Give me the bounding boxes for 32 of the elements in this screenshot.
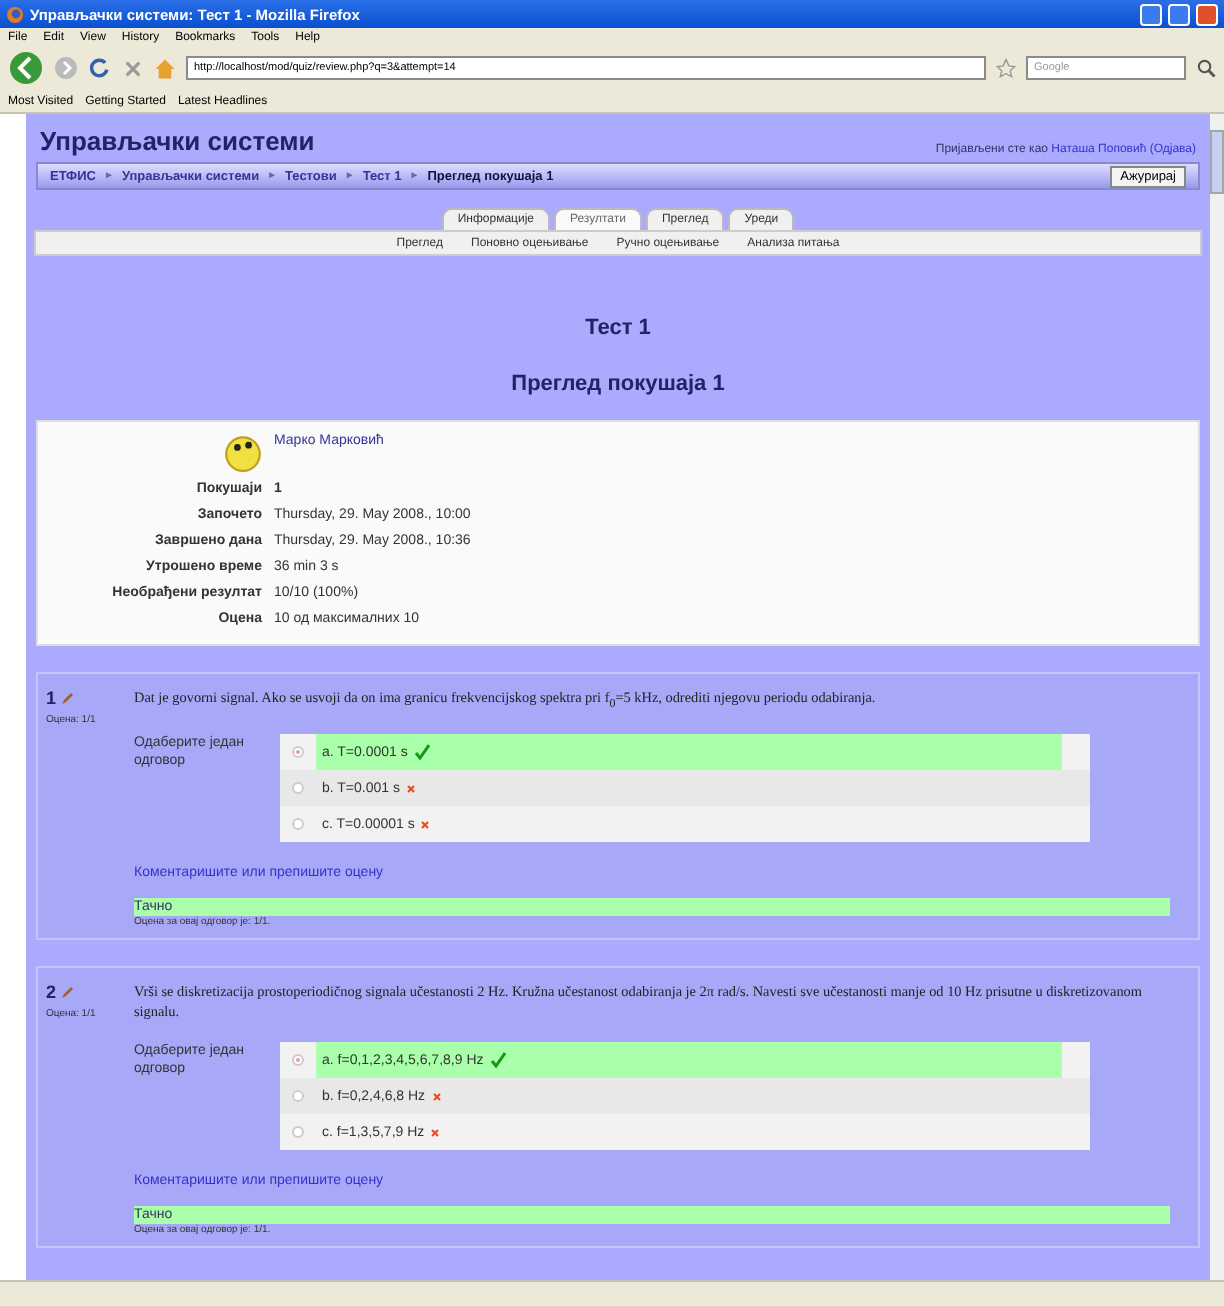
pencil-icon[interactable]: [60, 985, 75, 1000]
forward-icon: [54, 56, 78, 80]
radio-button[interactable]: [292, 1054, 304, 1067]
minimize-button[interactable]: [1140, 3, 1162, 25]
checkmark-icon: [489, 1052, 506, 1069]
cross-icon: [430, 1127, 441, 1138]
page-subtitle: Преглед покушаја 1: [509, 372, 727, 396]
page-title: Тест 1: [583, 316, 653, 340]
cross-icon: [431, 1091, 442, 1102]
smiley-avatar-icon: [224, 434, 262, 472]
back-icon: [8, 50, 44, 86]
question-number: 2: [46, 982, 57, 1003]
star-icon: [996, 58, 1016, 78]
home-icon: [154, 57, 176, 79]
radio-button[interactable]: [292, 818, 304, 831]
question-number: 1: [46, 688, 57, 708]
radio-button[interactable]: [292, 1090, 304, 1103]
scrollbar[interactable]: [1210, 114, 1224, 1280]
cross-icon: [405, 783, 416, 794]
radio-button[interactable]: [292, 746, 304, 759]
search-icon: [1196, 58, 1216, 78]
maximize-button[interactable]: [1168, 3, 1190, 25]
site-title: Управљачки системи: [40, 126, 315, 156]
stop-icon: [122, 57, 144, 79]
checkmark-icon: [413, 744, 430, 761]
reload-icon: [88, 56, 112, 80]
pencil-icon[interactable]: [60, 691, 75, 705]
cross-icon: [420, 819, 431, 830]
close-button[interactable]: [1196, 3, 1218, 25]
firefox-icon: [6, 5, 24, 23]
radio-button[interactable]: [292, 1126, 304, 1139]
radio-button[interactable]: [292, 782, 304, 795]
